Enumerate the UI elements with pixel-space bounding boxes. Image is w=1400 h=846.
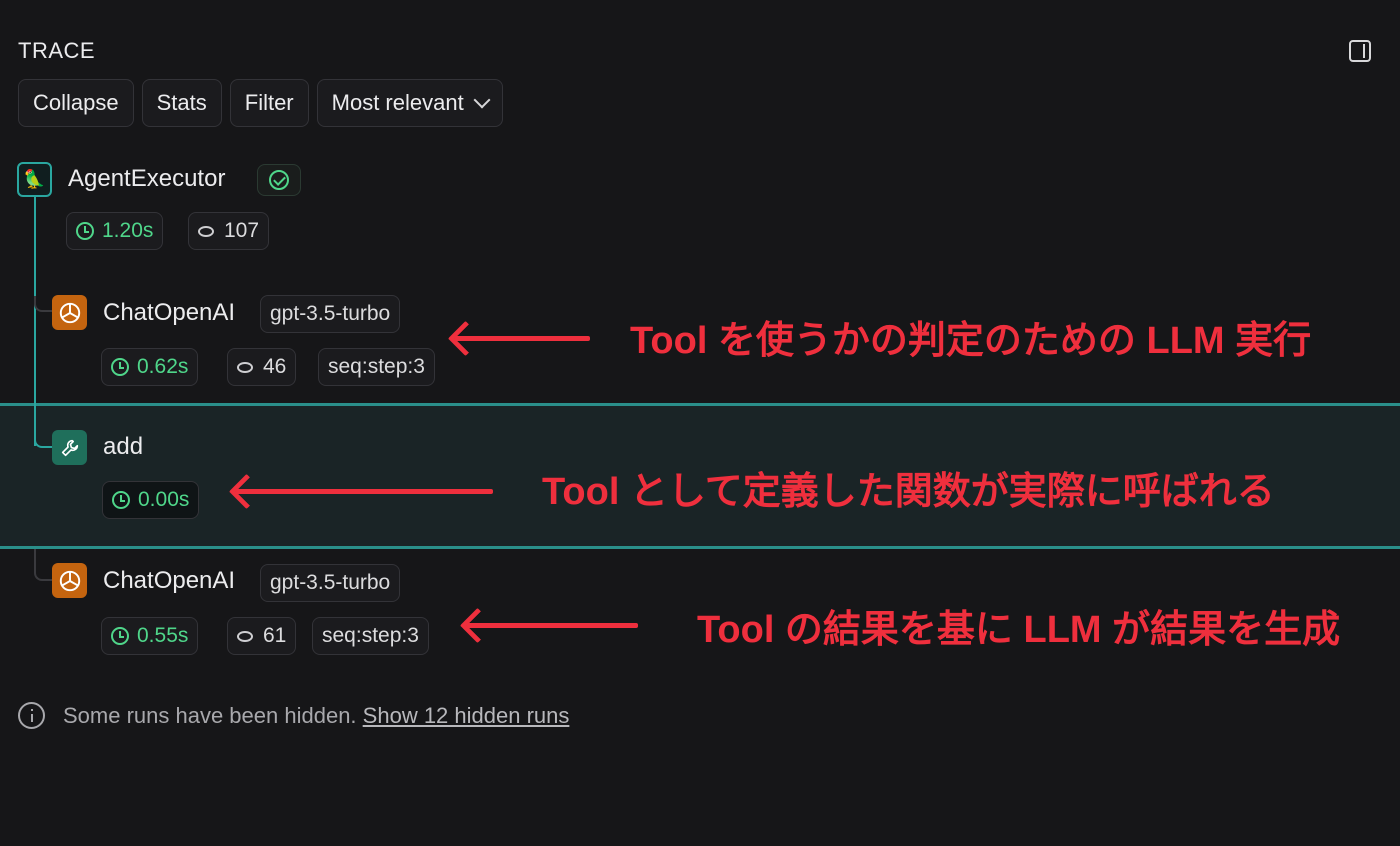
info-icon — [18, 702, 45, 729]
token-badge: 107 — [188, 212, 270, 250]
sequence-tag: seq:step:3 — [318, 348, 435, 386]
run-name[interactable]: ChatOpenAI — [103, 567, 235, 595]
annotation-arrow — [467, 623, 638, 628]
token-icon — [237, 630, 253, 642]
token-badge: 46 — [227, 348, 297, 386]
clock-icon — [76, 222, 94, 240]
tree-connector — [34, 549, 52, 581]
trace-title: TRACE — [18, 38, 96, 63]
latency-badge: 0.62s — [101, 348, 199, 386]
filter-button[interactable]: Filter — [229, 79, 309, 127]
hidden-runs-message: Some runs have been hidden. Show 12 hidd… — [63, 702, 570, 728]
run-name[interactable]: AgentExecutor — [68, 165, 225, 193]
annotation-text: Tool を使うかの判定のための LLM 実行 — [630, 320, 1312, 362]
model-badge: gpt-3.5-turbo — [260, 295, 401, 333]
panel-toggle-icon[interactable] — [1349, 40, 1371, 62]
toolbar: Collapse Stats Filter Most relevant — [18, 79, 503, 127]
clock-icon — [112, 491, 130, 509]
clock-icon — [111, 358, 129, 376]
wrench-icon — [52, 430, 87, 465]
chevron-down-icon — [473, 91, 491, 109]
annotation-arrow — [455, 336, 590, 341]
token-icon — [198, 225, 214, 237]
openai-icon — [52, 563, 87, 598]
collapse-button[interactable]: Collapse — [18, 79, 134, 127]
annotation-text: Tool の結果を基に LLM が結果を生成 — [697, 609, 1341, 651]
check-circle-icon — [269, 170, 289, 190]
run-name[interactable]: add — [103, 433, 143, 461]
show-hidden-runs-link[interactable]: Show 12 hidden runs — [363, 703, 570, 728]
token-badge: 61 — [227, 617, 297, 655]
clock-icon — [111, 627, 129, 645]
latency-badge: 0.55s — [101, 617, 199, 655]
agent-icon: 🦜 — [17, 162, 52, 197]
run-name[interactable]: ChatOpenAI — [103, 299, 235, 327]
latency-badge: 1.20s — [66, 212, 164, 250]
sort-dropdown[interactable]: Most relevant — [316, 79, 503, 127]
annotation-arrow — [236, 489, 493, 494]
tree-connector — [34, 296, 52, 312]
sequence-tag: seq:step:3 — [312, 617, 429, 655]
tree-connector — [34, 430, 52, 448]
stats-button[interactable]: Stats — [141, 79, 222, 127]
tree-line-active — [34, 196, 36, 446]
latency-badge: 0.00s — [102, 481, 200, 519]
openai-icon — [52, 295, 87, 330]
annotation-text: Tool として定義した関数が実際に呼ばれる — [542, 471, 1275, 513]
token-icon — [237, 361, 253, 373]
hidden-runs-notice: Some runs have been hidden. Show 12 hidd… — [18, 702, 569, 729]
status-badge — [257, 164, 301, 196]
model-badge: gpt-3.5-turbo — [260, 564, 401, 602]
